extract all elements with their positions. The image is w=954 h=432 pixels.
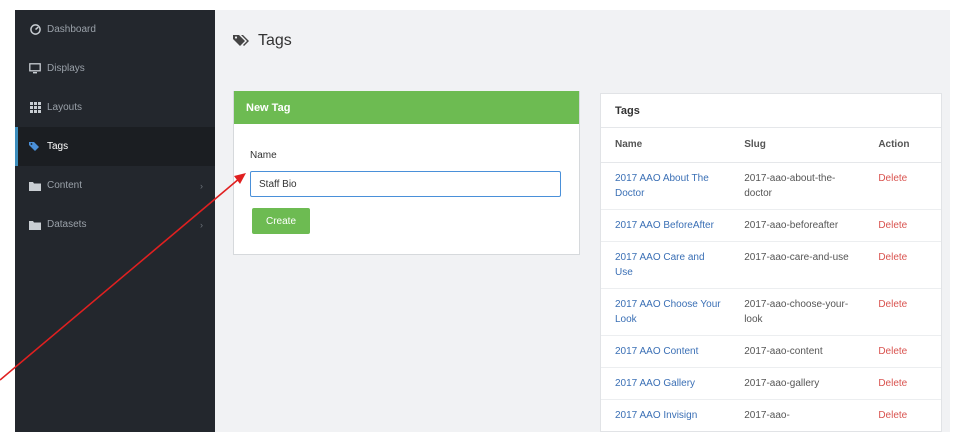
tags-table-header: Tags (601, 94, 941, 128)
delete-button[interactable]: Delete (878, 252, 907, 263)
tags-table-card: Tags Name Slug Action 2017 AAO About The… (600, 93, 942, 432)
delete-button[interactable]: Delete (878, 378, 907, 389)
table-row: 2017 AAO Invisign 2017-aao- Delete (601, 399, 941, 431)
table-row: 2017 AAO Gallery 2017-aao-gallery Delete (601, 367, 941, 400)
sidebar-item-label: Dashboard (47, 24, 96, 35)
main-content: Tags New Tag Name Create Tags Name Slug … (215, 10, 950, 432)
sidebar: Dashboard Displays Layouts Tags Content (15, 10, 215, 432)
sidebar-item-label: Displays (47, 63, 85, 74)
tag-slug: 2017-aao-content (730, 335, 865, 368)
table-header-row: Name Slug Action (601, 128, 941, 163)
folder-icon (29, 219, 41, 231)
table-row: 2017 AAO About The Doctor 2017-aao-about… (601, 162, 941, 210)
table-row: 2017 AAO BeforeAfter 2017-aao-beforeafte… (601, 209, 941, 242)
tag-slug: 2017-aao-gallery (730, 367, 865, 400)
name-label: Name (250, 150, 277, 161)
table-row: 2017 AAO Care and Use 2017-aao-care-and-… (601, 241, 941, 289)
column-header-name[interactable]: Name (601, 128, 731, 163)
tag-name-link[interactable]: 2017 AAO Gallery (615, 378, 695, 389)
tag-name-link[interactable]: 2017 AAO Care and Use (615, 252, 705, 278)
delete-button[interactable]: Delete (878, 346, 907, 357)
sidebar-item-content[interactable]: Content › (15, 166, 215, 205)
monitor-icon (29, 63, 41, 75)
sidebar-item-tags[interactable]: Tags (15, 127, 215, 166)
create-button[interactable]: Create (252, 208, 310, 234)
page-title: Tags (233, 32, 292, 50)
new-tag-card: New Tag Name Create (233, 91, 580, 255)
column-header-action: Action (864, 128, 941, 163)
tag-slug: 2017-aao-choose-your-look (730, 288, 865, 336)
page-title-text: Tags (258, 32, 292, 49)
sidebar-item-label: Tags (47, 141, 69, 152)
tag-name-link[interactable]: 2017 AAO Invisign (615, 410, 697, 421)
column-header-slug[interactable]: Slug (730, 128, 865, 163)
delete-button[interactable]: Delete (878, 220, 907, 231)
new-tag-header: New Tag (234, 91, 579, 124)
table-row: 2017 AAO Content 2017-aao-content Delete (601, 335, 941, 368)
tag-name-link[interactable]: 2017 AAO Choose Your Look (615, 299, 721, 325)
tag-name-input[interactable] (250, 171, 561, 197)
sidebar-item-label: Content (47, 180, 83, 191)
delete-button[interactable]: Delete (878, 299, 907, 310)
tag-slug: 2017-aao-beforeafter (730, 209, 865, 242)
tag-slug: 2017-aao- (730, 399, 865, 431)
tags-icon (29, 141, 41, 153)
sidebar-item-layouts[interactable]: Layouts (15, 88, 215, 127)
chevron-right-icon: › (200, 219, 203, 230)
tags-icon (233, 34, 250, 48)
tag-slug: 2017-aao-about-the-doctor (730, 162, 865, 210)
table-row: 2017 AAO Choose Your Look 2017-aao-choos… (601, 288, 941, 336)
tag-name-link[interactable]: 2017 AAO About The Doctor (615, 173, 709, 199)
tags-table: Name Slug Action 2017 AAO About The Doct… (601, 128, 941, 431)
grid-icon (29, 102, 41, 114)
delete-button[interactable]: Delete (878, 173, 907, 184)
sidebar-item-label: Datasets (47, 219, 87, 230)
tag-name-link[interactable]: 2017 AAO BeforeAfter (615, 220, 714, 231)
tag-slug: 2017-aao-care-and-use (730, 241, 865, 289)
sidebar-item-label: Layouts (47, 102, 83, 113)
sidebar-item-displays[interactable]: Displays (15, 49, 215, 88)
app-shell: Dashboard Displays Layouts Tags Content (0, 0, 954, 432)
chevron-right-icon: › (200, 180, 203, 191)
sidebar-item-dashboard[interactable]: Dashboard (15, 10, 215, 49)
dashboard-icon (29, 24, 41, 36)
tag-name-link[interactable]: 2017 AAO Content (615, 346, 698, 357)
folder-icon (29, 180, 41, 192)
delete-button[interactable]: Delete (878, 410, 907, 421)
sidebar-item-datasets[interactable]: Datasets › (15, 205, 215, 244)
